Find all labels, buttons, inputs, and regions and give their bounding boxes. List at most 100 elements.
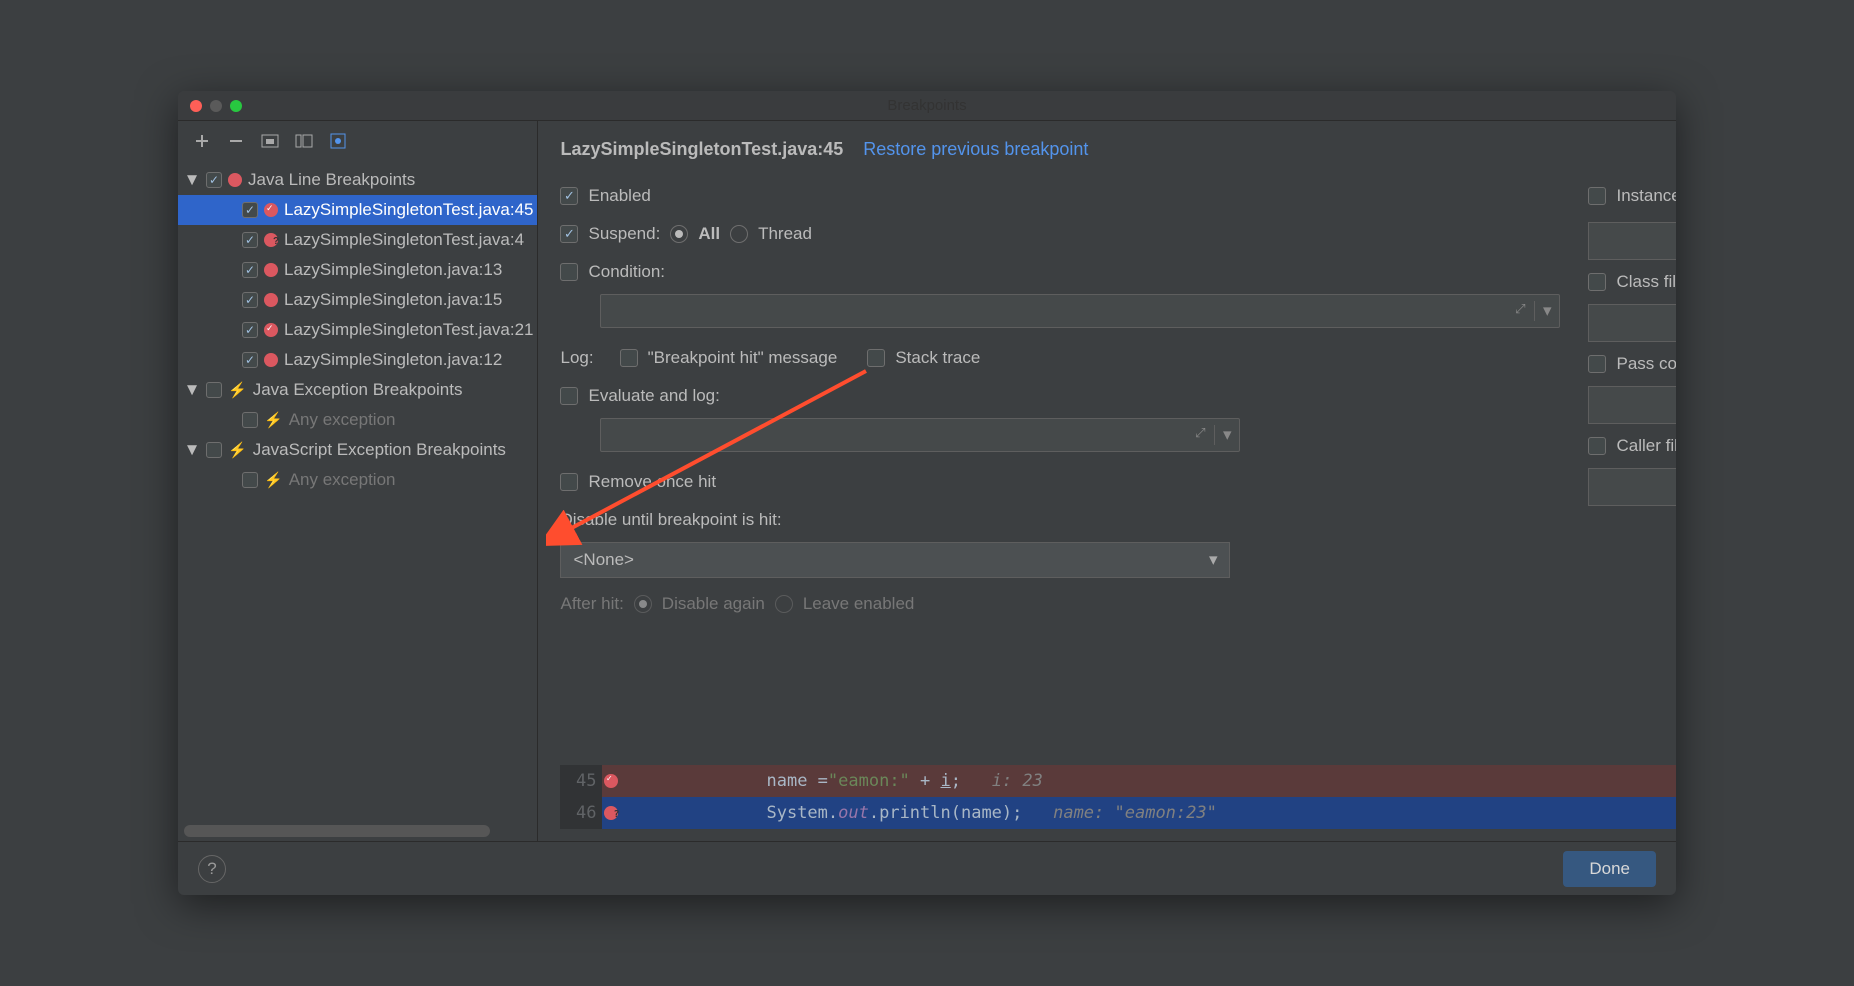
group-checkbox[interactable] — [206, 172, 222, 188]
tree-group[interactable]: ▼ Java Line Breakpoints — [178, 165, 537, 195]
caller-filters-checkbox[interactable] — [1588, 437, 1606, 455]
class-filters-label: Class filters: — [1616, 272, 1676, 292]
condition-input[interactable]: ⤢ ▾ — [600, 294, 1560, 328]
tree-item[interactable]: LazySimpleSingletonTest.java:4 — [178, 225, 537, 255]
code-line: 46 System.out.println(name); name: "eamo… — [560, 797, 1676, 829]
expand-icon[interactable]: ⤢ — [1195, 425, 1205, 441]
item-label: LazySimpleSingletonTest.java:21 — [284, 320, 533, 340]
log-stacktrace-label: Stack trace — [895, 348, 980, 368]
item-checkbox[interactable] — [242, 262, 258, 278]
code-text: System.out.println(name); name: "eamon:2… — [626, 803, 1216, 823]
condition-checkbox[interactable] — [560, 263, 578, 281]
after-hit-leave-label: Leave enabled — [803, 594, 915, 614]
group-checkbox[interactable] — [206, 442, 222, 458]
tree-item[interactable]: LazySimpleSingleton.java:13 — [178, 255, 537, 285]
exception-icon: ⚡ — [264, 471, 283, 489]
exception-icon: ⚡ — [228, 381, 247, 399]
after-hit-disable-radio[interactable] — [634, 595, 652, 613]
breakpoint-gutter-icon[interactable] — [602, 774, 626, 788]
suspend-thread-radio[interactable] — [730, 225, 748, 243]
tree-group[interactable]: ▼ ⚡ Java Exception Breakpoints — [178, 375, 537, 405]
window-title: Breakpoints — [178, 97, 1676, 114]
help-button[interactable]: ? — [198, 855, 226, 883]
group-label: Java Exception Breakpoints — [253, 380, 463, 400]
log-breakpoint-hit-label: "Breakpoint hit" message — [648, 348, 838, 368]
line-number: 45 — [560, 765, 602, 797]
enabled-label: Enabled — [588, 186, 650, 206]
breakpoint-icon — [264, 293, 278, 307]
tree-item[interactable]: LazySimpleSingletonTest.java:45 — [178, 195, 537, 225]
dialog-footer: ? Done — [178, 841, 1676, 895]
item-checkbox[interactable] — [242, 292, 258, 308]
chevron-down-icon[interactable]: ▼ — [184, 170, 200, 190]
breakpoint-details: LazySimpleSingletonTest.java:45 Restore … — [538, 121, 1676, 841]
item-label: LazySimpleSingleton.java:15 — [284, 290, 502, 310]
pass-count-input[interactable] — [1588, 386, 1676, 424]
tree-item[interactable]: LazySimpleSingleton.java:15 — [178, 285, 537, 315]
tree-item[interactable]: LazySimpleSingleton.java:12 — [178, 345, 537, 375]
evaluate-log-input[interactable]: ⤢ ▾ — [600, 418, 1240, 452]
breakpoint-icon — [228, 173, 242, 187]
item-label: Any exception — [289, 470, 396, 490]
item-checkbox[interactable] — [242, 352, 258, 368]
class-filters-input[interactable]: 📁 — [1588, 304, 1676, 342]
expand-icon[interactable]: ⤢ — [1515, 301, 1525, 317]
group-label: Java Line Breakpoints — [248, 170, 415, 190]
chevron-down-icon[interactable]: ▾ — [1209, 550, 1218, 570]
caller-filters-input[interactable]: 📁 — [1588, 468, 1676, 506]
item-checkbox[interactable] — [242, 412, 258, 428]
code-text: name ="eamon:" + i; i: 23 — [626, 771, 1042, 791]
caller-filters-label: Caller filters: — [1616, 436, 1676, 456]
log-stacktrace-checkbox[interactable] — [867, 349, 885, 367]
suspend-all-radio[interactable] — [670, 225, 688, 243]
tree-item[interactable]: LazySimpleSingletonTest.java:21 — [178, 315, 537, 345]
done-button[interactable]: Done — [1563, 851, 1656, 887]
breakpoint-conditional-icon — [264, 233, 278, 247]
instance-filters-checkbox[interactable] — [1588, 187, 1606, 205]
log-breakpoint-hit-checkbox[interactable] — [620, 349, 638, 367]
breakpoint-tree: ▼ Java Line Breakpoints LazySimpleSingle… — [178, 161, 537, 825]
group-label: JavaScript Exception Breakpoints — [253, 440, 506, 460]
disable-until-value: <None> — [573, 550, 634, 570]
pass-count-checkbox[interactable] — [1588, 355, 1606, 373]
item-checkbox[interactable] — [242, 202, 258, 218]
tree-item[interactable]: ⚡ Any exception — [178, 465, 537, 495]
chevron-down-icon[interactable]: ▼ — [184, 380, 200, 400]
suspend-checkbox[interactable] — [560, 225, 578, 243]
breakpoint-title: LazySimpleSingletonTest.java:45 — [560, 139, 843, 160]
group-checkbox[interactable] — [206, 382, 222, 398]
enabled-checkbox[interactable] — [560, 187, 578, 205]
after-hit-leave-radio[interactable] — [775, 595, 793, 613]
class-filters-checkbox[interactable] — [1588, 273, 1606, 291]
chevron-down-icon[interactable]: ▾ — [1534, 301, 1552, 321]
group-by-class-icon[interactable] — [294, 131, 314, 151]
breakpoint-gutter-icon[interactable] — [602, 806, 626, 820]
tree-item[interactable]: ⚡ Any exception — [178, 405, 537, 435]
item-checkbox[interactable] — [242, 322, 258, 338]
code-preview: 45 name ="eamon:" + i; i: 23 46 System.o… — [560, 765, 1676, 829]
view-breakpoints-icon[interactable] — [328, 131, 348, 151]
restore-breakpoint-link[interactable]: Restore previous breakpoint — [863, 139, 1088, 160]
chevron-down-icon[interactable]: ▼ — [184, 440, 200, 460]
breakpoint-icon — [264, 263, 278, 277]
chevron-down-icon[interactable]: ▾ — [1214, 425, 1232, 445]
add-icon[interactable] — [192, 131, 212, 151]
remove-once-hit-label: Remove once hit — [588, 472, 716, 492]
remove-once-hit-checkbox[interactable] — [560, 473, 578, 491]
exception-icon: ⚡ — [228, 441, 247, 459]
suspend-label: Suspend: — [588, 224, 660, 244]
content: ▼ Java Line Breakpoints LazySimpleSingle… — [178, 121, 1676, 841]
instance-filters-input[interactable] — [1588, 222, 1676, 260]
group-by-package-icon[interactable] — [260, 131, 280, 151]
tree-group[interactable]: ▼ ⚡ JavaScript Exception Breakpoints — [178, 435, 537, 465]
suspend-all-label: All — [698, 224, 720, 244]
item-checkbox[interactable] — [242, 232, 258, 248]
breakpoint-icon — [264, 353, 278, 367]
horizontal-scrollbar[interactable] — [184, 825, 531, 837]
item-checkbox[interactable] — [242, 472, 258, 488]
evaluate-log-checkbox[interactable] — [560, 387, 578, 405]
titlebar: Breakpoints — [178, 91, 1676, 121]
item-label: LazySimpleSingleton.java:12 — [284, 350, 502, 370]
disable-until-combo[interactable]: <None> ▾ — [560, 542, 1230, 578]
remove-icon[interactable] — [226, 131, 246, 151]
